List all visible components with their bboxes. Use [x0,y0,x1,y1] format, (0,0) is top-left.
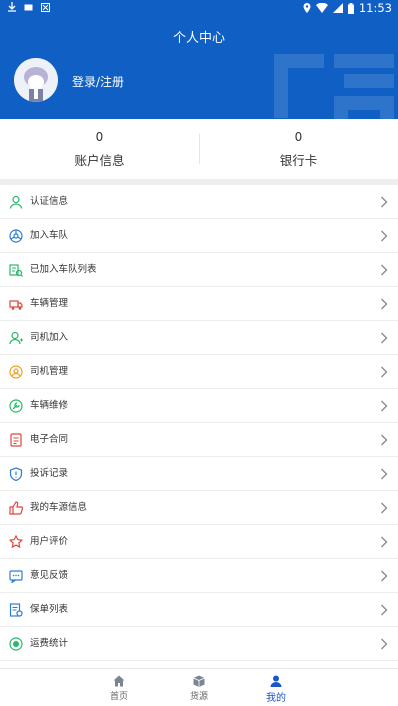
menu-item-contract[interactable]: 电子合同 [0,423,398,457]
chevron-right-icon [381,366,388,378]
bank-card-label: 银行卡 [279,153,318,168]
chevron-right-icon [381,264,388,276]
menu-item-label: 保单列表 [30,604,69,615]
shield-icon [9,467,23,481]
thumbs-up-icon [9,501,23,515]
menu-item-label: 用户评价 [30,536,69,547]
menu-item-user-verify[interactable]: 认证信息 [0,185,398,219]
profile-header: 11:53 个人中心 登录/注册 [0,0,398,119]
battery-icon [347,2,354,14]
avatar[interactable] [14,58,58,102]
fleet-list-icon [9,264,23,277]
stats-panel: 0 账户信息 0 银行卡 [0,119,398,179]
download-icon [8,2,16,12]
menu-item-freight-stats[interactable]: 运费统计 [0,627,398,661]
home-icon [113,675,125,687]
watermark-logo-icon [274,54,394,119]
chevron-right-icon [381,434,388,446]
menu-list: 认证信息加入车队已加入车队列表 车辆管理司机加入司机管理车辆维修电子合同投诉记录我… [0,185,398,661]
feedback-icon [9,570,23,583]
menu-item-wrench[interactable]: 车辆维修 [0,389,398,423]
tab-cargo[interactable]: 货源 [159,669,239,706]
freight-stats-icon [9,637,23,651]
menu-item-shield[interactable]: 投诉记录 [0,457,398,491]
menu-item-label: 意见反馈 [30,570,69,581]
menu-item-fleet-list[interactable]: 已加入车队列表 [0,253,398,287]
tab-home[interactable]: 首页 [79,669,159,706]
signal-icon [332,3,343,13]
tab-profile-label: 我的 [266,693,286,704]
user-verify-icon [9,195,23,209]
status-bar: 11:53 [0,0,398,17]
cargo-icon [193,675,205,687]
account-info-label: 账户信息 [74,153,125,168]
chevron-right-icon [381,400,388,412]
menu-item-join-fleet[interactable]: 加入车队 [0,219,398,253]
chevron-right-icon [381,298,388,310]
menu-item-truck[interactable]: 车辆管理 [0,287,398,321]
chevron-right-icon [381,570,388,582]
login-register-link[interactable]: 登录/注册 [72,73,124,90]
bank-card-stat[interactable]: 0 银行卡 [199,119,398,179]
join-fleet-icon [9,229,23,243]
notification-icon [24,4,33,10]
menu-item-label: 认证信息 [30,196,69,207]
tab-profile[interactable]: 我的 [236,669,316,706]
bottom-tab-bar: 首页 货源 我的 [0,668,398,706]
menu-item-label: 加入车队 [30,230,69,241]
menu-item-thumbs-up[interactable]: 我的车源信息 [0,491,398,525]
app-notification-icon [41,2,50,12]
contract-icon [10,433,22,447]
tab-home-label: 首页 [109,692,128,702]
menu-item-feedback[interactable]: 意见反馈 [0,559,398,593]
menu-item-driver-manage[interactable]: 司机管理 [0,355,398,389]
menu-item-rating[interactable]: 用户评价 [0,525,398,559]
driver-add-icon [9,331,23,345]
menu-item-label: 电子合同 [30,434,69,445]
default-avatar-icon [14,58,58,102]
account-info-value: 0 [95,130,104,144]
chevron-right-icon [381,230,388,242]
menu-item-label: 司机加入 [30,332,69,343]
wifi-icon [315,3,328,13]
menu-item-driver-add[interactable]: 司机加入 [0,321,398,355]
menu-item-policy[interactable]: 保单列表 [0,593,398,627]
menu-item-label: 运费统计 [30,638,69,649]
menu-item-label: 车辆维修 [30,400,69,411]
menu-item-label: 司机管理 [30,366,69,377]
rating-icon [9,535,23,549]
chevron-right-icon [381,468,388,480]
location-icon [303,3,311,13]
policy-icon [9,603,23,617]
truck-icon [9,300,23,310]
menu-item-label: 我的车源信息 [30,502,88,513]
chevron-right-icon [381,536,388,548]
chevron-right-icon [381,638,388,650]
chevron-right-icon [381,502,388,514]
menu-item-label: 车辆管理 [30,298,69,309]
wrench-icon [9,399,23,413]
tab-cargo-label: 货源 [189,692,208,702]
status-time: 11:53 [358,1,392,15]
chevron-right-icon [381,196,388,208]
account-info-stat[interactable]: 0 账户信息 [0,119,199,179]
chevron-right-icon [381,604,388,616]
menu-item-label: 已加入车队列表 [30,264,97,275]
profile-icon [270,675,282,687]
chevron-right-icon [381,332,388,344]
menu-item-label: 投诉记录 [30,468,69,479]
driver-manage-icon [9,365,23,379]
bank-card-value: 0 [294,130,303,144]
